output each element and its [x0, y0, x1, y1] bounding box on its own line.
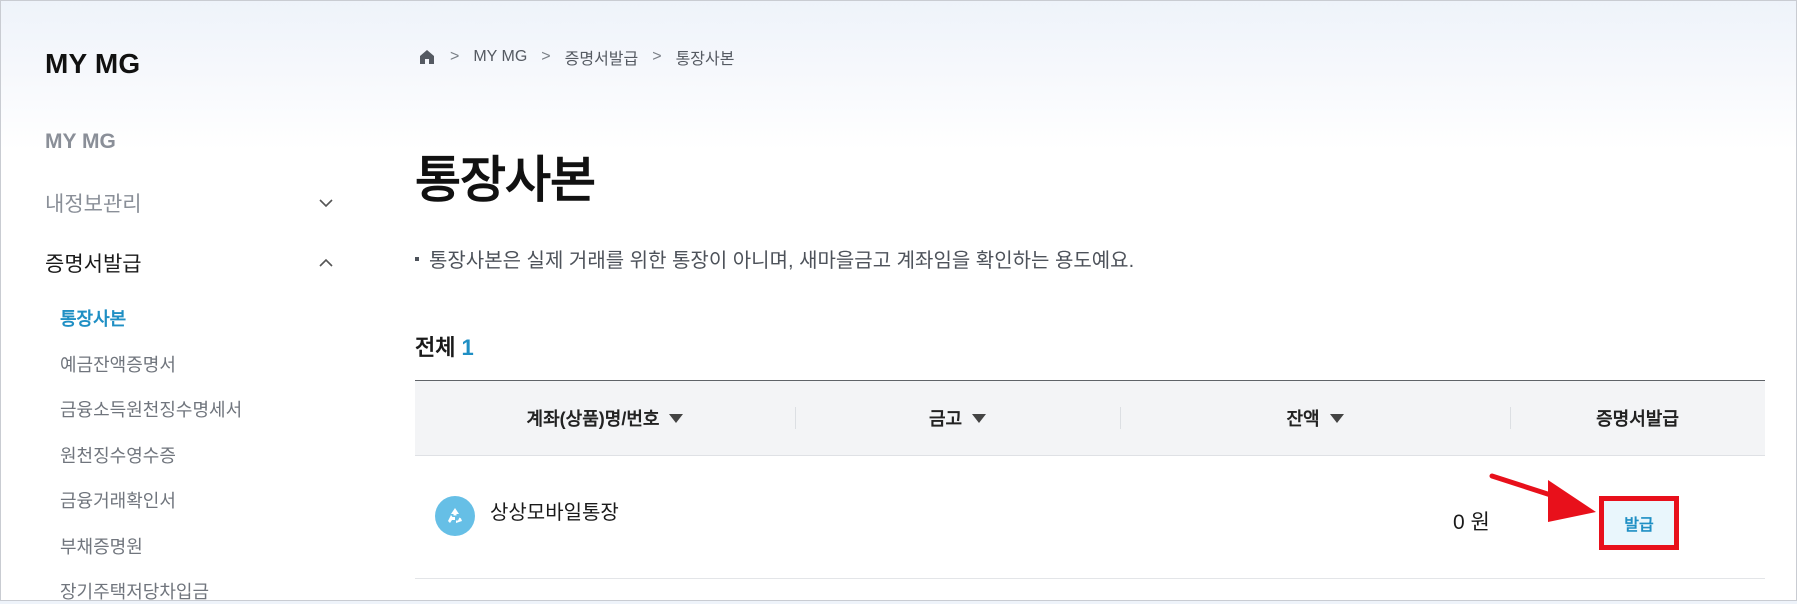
red-arrow-icon: [1489, 473, 1596, 522]
sidebar-sub-item[interactable]: 예금잔액증명서: [60, 351, 176, 377]
breadcrumb-item[interactable]: 통장사본: [676, 45, 735, 69]
sidebar-sub-item[interactable]: 장기주택저당차입금: [60, 578, 209, 604]
sidebar-group-label: 내정보관리: [45, 193, 142, 216]
breadcrumb-separator: >: [541, 48, 551, 65]
sidebar-group-my-info[interactable]: 내정보관리: [45, 188, 335, 218]
table-row: 상상모바일통장 0 원 발급: [415, 456, 1765, 579]
sort-down-icon: [972, 413, 987, 423]
breadcrumb-separator: >: [450, 48, 460, 65]
home-icon[interactable]: [418, 48, 436, 66]
breadcrumb-separator: >: [652, 48, 662, 65]
sidebar-group-certificate[interactable]: 증명서발급: [45, 248, 335, 278]
sidebar-item-my-mg[interactable]: MY MG: [45, 130, 116, 154]
total-label: 전체: [415, 335, 456, 360]
breadcrumb: > MY MG > 증명서발급 > 통장사본: [418, 45, 734, 69]
bullet-dot: [415, 256, 419, 261]
page-title: 통장사본: [415, 152, 596, 208]
header-label: 금고: [928, 409, 963, 429]
sort-down-icon: [669, 413, 684, 423]
sidebar-sub-item[interactable]: 통장사본: [60, 305, 126, 331]
sort-down-icon: [1329, 413, 1344, 423]
logo[interactable]: MY MG: [45, 48, 140, 80]
account-table: 계좌(상품)명/번호 금고 잔액 증명서발급 상상모바일통장 0 원 발급: [415, 380, 1765, 579]
issue-button[interactable]: 발급: [1599, 496, 1679, 550]
total-count-value: 1: [461, 335, 474, 360]
sidebar-group-label: 증명서발급: [45, 253, 142, 276]
header-label: 증명서발급: [1596, 409, 1679, 429]
sidebar-sub-item[interactable]: 금융소득원천징수명세서: [60, 396, 242, 422]
account-balance: 0 원: [1453, 511, 1490, 534]
header-label: 잔액: [1286, 409, 1320, 429]
header-branch[interactable]: 금고: [795, 381, 1120, 455]
breadcrumb-item[interactable]: 증명서발급: [565, 45, 639, 69]
account-name[interactable]: 상상모바일통장: [490, 496, 619, 525]
sidebar-sub-item[interactable]: 금융거래확인서: [60, 487, 176, 513]
header-account[interactable]: 계좌(상품)명/번호: [415, 381, 795, 455]
chevron-up-icon: [319, 258, 333, 267]
sidebar-sub-item[interactable]: 원천징수영수증: [60, 442, 176, 468]
notice-text: 통장사본은 실제 거래를 위한 통장이 아니며, 새마을금고 계좌임을 확인하는…: [415, 244, 1134, 273]
header-issue: 증명서발급: [1510, 381, 1765, 455]
header-balance[interactable]: 잔액: [1120, 381, 1510, 455]
recycle-icon: [435, 496, 475, 536]
table-header: 계좌(상품)명/번호 금고 잔액 증명서발급: [415, 380, 1765, 456]
chevron-down-icon: [319, 199, 333, 208]
header-label: 계좌(상품)명/번호: [526, 409, 660, 429]
total-count: 전체 1: [415, 330, 474, 362]
sidebar-sub-item[interactable]: 부채증명원: [60, 533, 143, 559]
sidebar: MY MG MY MG 내정보관리 증명서발급 통장사본 예금잔액증명서 금융소…: [0, 0, 360, 604]
notice-message: 통장사본은 실제 거래를 위한 통장이 아니며, 새마을금고 계좌임을 확인하는…: [429, 250, 1135, 272]
breadcrumb-item[interactable]: MY MG: [473, 48, 527, 66]
